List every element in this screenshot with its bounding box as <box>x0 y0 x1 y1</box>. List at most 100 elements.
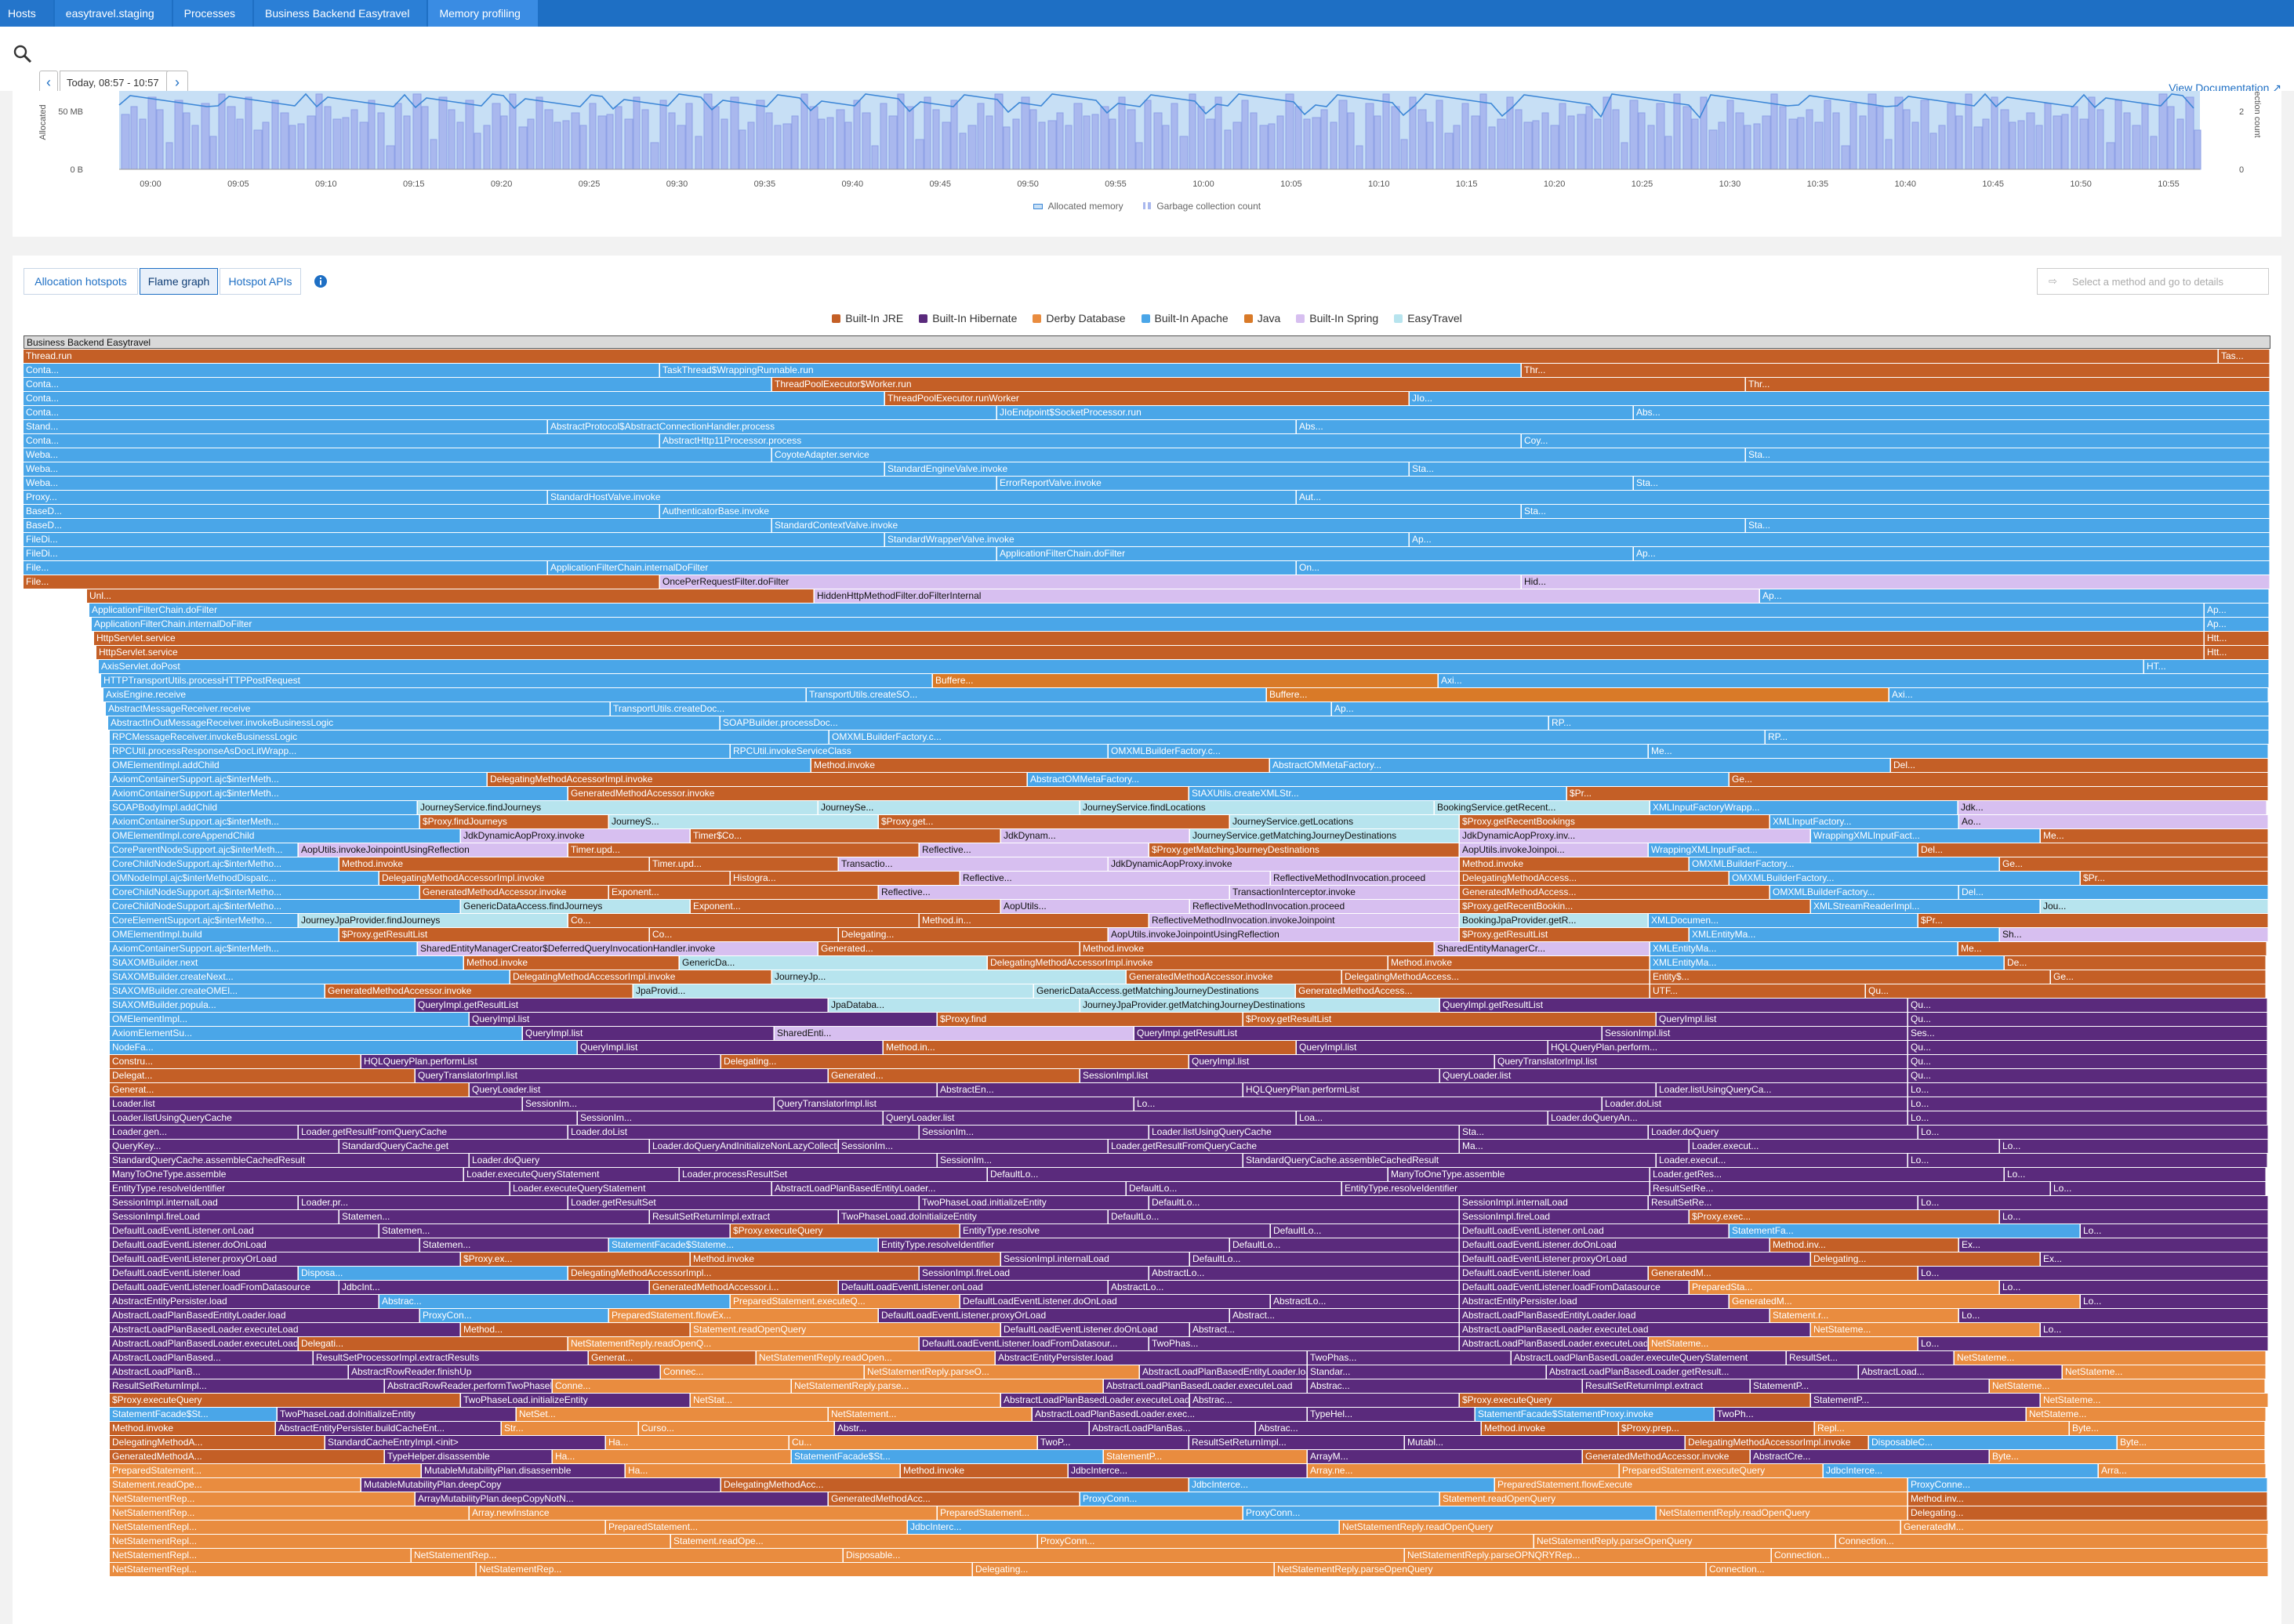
flame-frame[interactable]: EntityType.resolveIdentifier <box>110 1182 510 1195</box>
flame-frame[interactable]: Delegating... <box>973 1563 1274 1576</box>
flame-frame[interactable]: PreparedStatement.executeQuery <box>1620 1464 1823 1477</box>
flame-frame[interactable]: Array.ne... <box>1308 1464 1619 1477</box>
flame-frame[interactable]: QueryTranslatorImpl.list <box>1495 1055 1907 1068</box>
flame-frame[interactable]: Stand... <box>24 420 547 433</box>
flame-frame[interactable]: DefaultLoadEventListener.proxyOrLoad <box>879 1309 1229 1322</box>
flame-frame[interactable]: $Proxy.getRecentBookings <box>1460 815 1770 828</box>
flame-frame[interactable]: Ap... <box>1332 702 2269 716</box>
flame-frame[interactable]: ManyToOneType.assemble <box>1388 1168 1650 1181</box>
flame-frame[interactable]: Ex... <box>2041 1252 2268 1266</box>
flame-frame[interactable]: TwoPhaseLoad.doInitializeEntity <box>839 1210 1108 1223</box>
flame-frame[interactable]: OMElementImpl.addChild <box>110 759 811 772</box>
flame-frame[interactable]: CoreChildNodeSupport.ajc$interMetho... <box>110 886 419 899</box>
flame-frame[interactable]: JourneyJp... <box>772 970 1126 984</box>
flame-frame[interactable]: NetStatementRepl... <box>110 1535 670 1548</box>
flame-frame[interactable]: NetStatementReply.readOpenQ... <box>568 1337 919 1350</box>
flame-frame[interactable]: ApplicationFilterChain.doFilter <box>997 547 1633 560</box>
flame-frame[interactable]: Byte... <box>2070 1422 2265 1435</box>
flame-frame[interactable]: DefaultLo... <box>1230 1238 1459 1252</box>
flame-frame[interactable]: StatementFacade$StatementProxy.invoke <box>1475 1408 1714 1421</box>
flame-frame[interactable]: AbstractLoadPlanBasedLoader.executeLoad <box>110 1337 298 1350</box>
flame-frame[interactable]: TwoPh... <box>1715 1408 2026 1421</box>
flame-frame[interactable]: QueryTranslatorImpl.list <box>416 1069 828 1082</box>
flame-frame[interactable]: $Proxy.executeQuery <box>731 1224 960 1238</box>
flame-frame[interactable]: Loader.listUsingQueryCa... <box>1657 1083 1907 1097</box>
flame-frame[interactable]: Lo... <box>1908 1083 2267 1097</box>
flame-frame[interactable]: AopUtils.invokeJoinpointUsingReflection <box>299 843 568 857</box>
flame-frame[interactable]: OMElementImpl.coreAppendChild <box>110 829 460 843</box>
flame-frame[interactable]: StAXOMBuilder.createOMEl... <box>110 984 325 998</box>
flame-frame[interactable]: OMXMLBuilderFactory.c... <box>1109 745 1648 758</box>
flame-frame[interactable]: OMXMLBuilderFactory... <box>1770 886 1958 899</box>
flame-frame[interactable]: JourneyService.findLocations <box>1080 801 1434 814</box>
flame-frame[interactable]: Lo... <box>1918 1267 2268 1280</box>
flame-frame[interactable]: Ha... <box>606 1436 789 1449</box>
flame-frame[interactable]: Conne... <box>553 1379 791 1393</box>
flame-frame[interactable]: DefaultLoadEventListener.onLoad <box>839 1281 1108 1294</box>
flame-frame[interactable]: SessionImpl.internalLoad <box>110 1196 298 1209</box>
flame-frame[interactable]: SharedEntityManagerCr... <box>1435 942 1650 955</box>
flame-frame[interactable]: ResultSetReturnImpl... <box>110 1379 384 1393</box>
flame-frame[interactable]: RPCUtil.invokeServiceClass <box>731 745 1108 758</box>
flame-frame[interactable]: UTF... <box>1650 984 1865 998</box>
flame-frame[interactable]: QueryImpl.list <box>1297 1041 1548 1054</box>
flame-frame[interactable]: DelegatingMethodAccessorImpl.invoke <box>488 773 1027 786</box>
flame-frame[interactable]: Reflective... <box>960 872 1270 885</box>
flame-frame[interactable]: Method.invoke <box>1080 942 1434 955</box>
flame-frame[interactable]: Generated... <box>829 1069 1080 1082</box>
flame-frame[interactable]: AbstractLoad... <box>1859 1365 2062 1379</box>
flame-frame[interactable]: Loader.doList <box>568 1126 919 1139</box>
flame-frame[interactable]: Loader.processResultSet <box>680 1168 987 1181</box>
flame-frame[interactable]: Qu... <box>1908 1069 2267 1082</box>
flame-frame[interactable]: Qu... <box>1866 984 2266 998</box>
flame-frame[interactable]: StatementFacade$St... <box>110 1408 277 1421</box>
flame-frame[interactable]: HiddenHttpMethodFilter.doFilterInternal <box>815 589 1759 603</box>
flame-frame[interactable]: Abstrac... <box>1190 1394 1459 1407</box>
flame-frame[interactable]: Statement.readOpe... <box>671 1535 1037 1548</box>
flame-frame[interactable]: Ap... <box>2205 618 2269 631</box>
flame-frame[interactable]: GenericDa... <box>680 956 987 970</box>
flame-frame[interactable]: Byte... <box>2118 1436 2265 1449</box>
flame-frame[interactable]: Loader.doQuery <box>1649 1126 1918 1139</box>
flame-frame[interactable]: Transactio... <box>839 857 1108 871</box>
flame-frame[interactable]: ResultSetReturnImpl.extract <box>650 1210 838 1223</box>
flame-frame[interactable]: NetStatement... <box>829 1408 1032 1421</box>
flame-frame[interactable]: JdbcInt... <box>339 1281 649 1294</box>
flame-frame[interactable]: HttpServlet.service <box>94 632 2204 645</box>
flame-frame[interactable]: DefaultLo... <box>988 1168 1388 1181</box>
flame-frame[interactable]: BookingService.getRecent... <box>1435 801 1650 814</box>
flame-frame[interactable]: ResultSet... <box>1787 1351 1954 1365</box>
flame-frame[interactable]: Arra... <box>2099 1464 2266 1477</box>
flame-frame[interactable]: Constru... <box>110 1055 361 1068</box>
flame-frame[interactable]: AbstractLo... <box>1109 1281 1459 1294</box>
flame-frame[interactable]: StatementP... <box>1751 1379 1989 1393</box>
flame-frame[interactable]: NetStatementRepl... <box>110 1563 476 1576</box>
flame-frame[interactable]: DefaultLoadEventListener.loadFromDatasou… <box>920 1337 1149 1350</box>
flame-frame[interactable]: On... <box>1297 561 2270 575</box>
flame-frame[interactable]: StAXOMBuilder.next <box>110 956 463 970</box>
flame-frame[interactable]: MutableMutabilityPlan.deepCopy <box>361 1478 721 1492</box>
flame-frame[interactable]: AbstractLoadPlanBasedLoader.executeLoad <box>1460 1337 1648 1350</box>
flame-frame[interactable]: DefaultLoadEventListener.proxyOrLoad <box>110 1252 460 1266</box>
flame-frame[interactable]: Lo... <box>2005 1168 2266 1181</box>
flame-frame[interactable]: QueryImpl.list <box>523 1027 774 1040</box>
flame-frame[interactable]: NetStatementReply.parseOpenQuery <box>1534 1535 1835 1548</box>
flame-frame[interactable]: NetStat... <box>691 1394 1000 1407</box>
flame-frame[interactable]: GeneratedMethodAccessor.invoke <box>420 886 608 899</box>
flame-frame[interactable]: SessionIm... <box>523 1097 774 1111</box>
flame-frame[interactable]: NetStatementReply.parseOpenQuery <box>1275 1563 1706 1576</box>
flame-frame[interactable]: Qu... <box>1908 1041 2267 1054</box>
flame-frame[interactable]: DefaultLoadEventListener.loadFromDatasou… <box>1460 1281 1689 1294</box>
flame-frame[interactable]: Statement.readOpe... <box>110 1478 361 1492</box>
flame-frame[interactable]: ProxyCon... <box>420 1309 608 1322</box>
flame-frame[interactable]: $Proxy.executeQuery <box>1460 1394 1810 1407</box>
flame-frame[interactable]: TaskThread$WrappingRunnable.run <box>660 364 1521 377</box>
flame-frame[interactable]: GeneratedMethodAccessor.invoke <box>568 787 1189 800</box>
flame-frame[interactable]: TypeHel... <box>1308 1408 1475 1421</box>
flame-frame[interactable]: FileDi... <box>24 533 884 546</box>
flame-frame[interactable]: HttpServlet.service <box>96 646 2204 659</box>
flame-frame[interactable]: OMElementImpl.build <box>110 928 339 941</box>
flame-frame[interactable]: CoreElementSupport.ajc$interMetho... <box>110 914 298 927</box>
search-icon[interactable] <box>13 44 33 64</box>
flame-frame[interactable]: NetStateme... <box>2063 1365 2266 1379</box>
